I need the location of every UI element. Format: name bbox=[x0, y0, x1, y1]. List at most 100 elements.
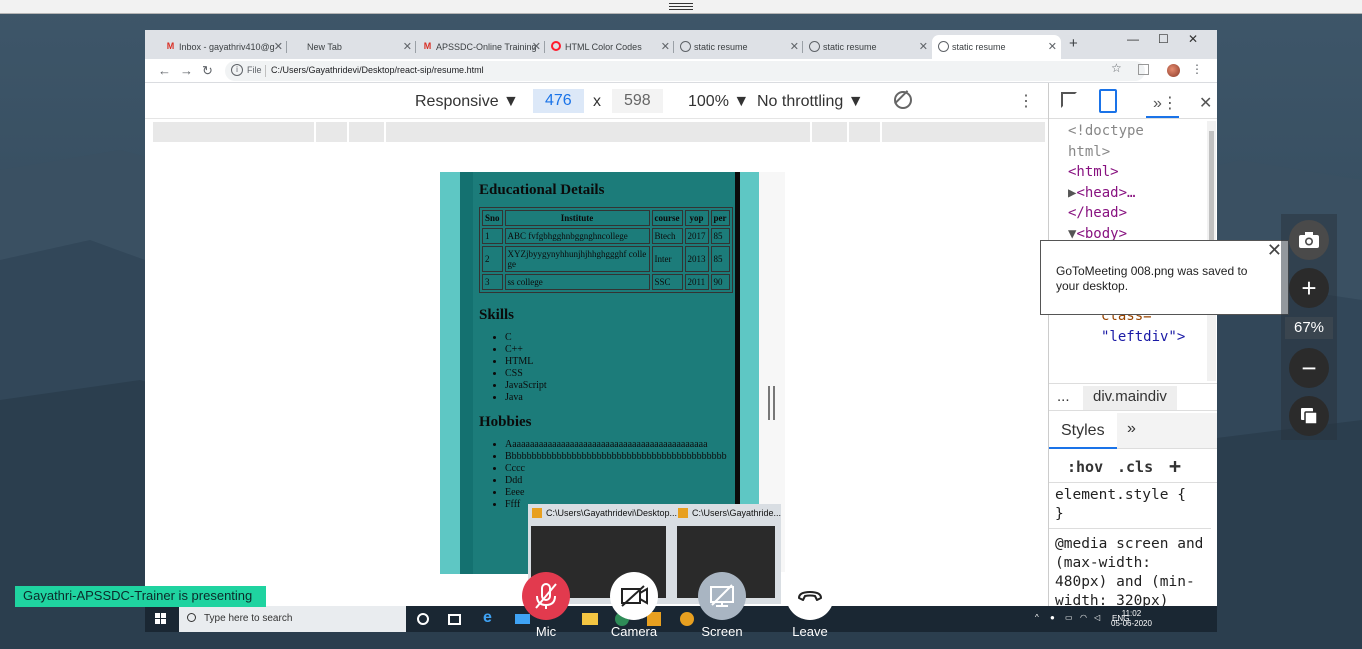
devtools-close-icon[interactable]: ✕ bbox=[1199, 93, 1212, 113]
cls-toggle[interactable]: .cls bbox=[1117, 458, 1153, 476]
window-close-button[interactable]: ✕ bbox=[1188, 32, 1198, 46]
close-icon[interactable]: ✕ bbox=[919, 35, 928, 59]
save-notification: ✕ GoToMeeting 008.png was saved to your … bbox=[1040, 240, 1289, 315]
close-icon[interactable]: ✕ bbox=[790, 35, 799, 59]
mic-button[interactable]: Mic bbox=[521, 572, 571, 639]
hobbies-heading: Hobbies bbox=[479, 414, 532, 430]
close-icon[interactable]: ✕ bbox=[532, 35, 541, 59]
close-icon[interactable]: ✕ bbox=[1048, 35, 1057, 59]
zoom-out-button[interactable]: − bbox=[1289, 348, 1329, 388]
browser-menu-icon[interactable]: ⋮ bbox=[1191, 62, 1203, 76]
device-toggle-icon[interactable] bbox=[1099, 89, 1117, 113]
new-rule-button[interactable]: + bbox=[1169, 454, 1181, 478]
browser-tab[interactable]: M APSSDC-Online Training ✕ bbox=[416, 35, 545, 59]
profile-avatar[interactable] bbox=[1167, 64, 1180, 77]
browser-tab[interactable]: New Tab ✕ bbox=[287, 35, 416, 59]
taskbar-search-input[interactable]: Type here to search bbox=[179, 606, 406, 632]
dom-line[interactable]: ▶<head>… bbox=[1068, 183, 1209, 204]
dom-line[interactable]: </head> bbox=[1068, 203, 1209, 224]
list-item: JavaScript bbox=[505, 380, 735, 392]
browser-tab-strip: M Inbox - gayathriv410@g ✕ New Tab ✕ M A… bbox=[145, 30, 1217, 59]
forward-arrow-icon[interactable]: → bbox=[180, 63, 193, 78]
breadcrumb-item[interactable]: div.maindiv bbox=[1083, 386, 1177, 410]
popout-button[interactable] bbox=[1289, 396, 1329, 436]
close-icon[interactable]: ✕ bbox=[274, 35, 283, 59]
edge-icon[interactable]: e bbox=[483, 609, 497, 626]
maximize-button[interactable]: ☐ bbox=[1158, 32, 1169, 46]
table-cell: ABC fvfgbhgghnbggnghncollege bbox=[504, 228, 650, 244]
windows-start-icon[interactable] bbox=[155, 613, 167, 625]
url-scheme: File bbox=[247, 65, 262, 75]
browser-tab-active[interactable]: static resume ✕ bbox=[932, 35, 1061, 59]
extension-icon[interactable] bbox=[1138, 64, 1149, 75]
rule-selector[interactable]: element.style { bbox=[1055, 486, 1205, 505]
zoom-select[interactable]: 100% ▼ bbox=[688, 93, 749, 111]
reload-icon[interactable]: ↻ bbox=[202, 63, 213, 79]
gmail-icon: M bbox=[423, 41, 432, 51]
inspect-element-icon[interactable] bbox=[1061, 92, 1077, 108]
tab-styles[interactable]: Styles bbox=[1049, 413, 1117, 449]
close-icon[interactable]: ✕ bbox=[661, 35, 670, 59]
zoom-in-button[interactable]: + bbox=[1289, 268, 1329, 308]
cortana-icon[interactable] bbox=[417, 613, 429, 625]
back-arrow-icon[interactable]: ← bbox=[158, 63, 171, 78]
throttling-select[interactable]: No throttling ▼ bbox=[757, 93, 864, 111]
sublime-icon bbox=[532, 508, 542, 518]
task-view-icon[interactable] bbox=[448, 614, 461, 625]
screenshot-camera-button[interactable] bbox=[1289, 220, 1329, 260]
list-item: C bbox=[505, 332, 735, 344]
bookmark-star-icon[interactable]: ☆ bbox=[1111, 61, 1122, 75]
window-top-strip bbox=[0, 0, 1362, 14]
browser-tab[interactable]: static resume ✕ bbox=[674, 35, 803, 59]
new-tab-button[interactable]: + bbox=[1069, 35, 1078, 52]
more-tabs-icon[interactable]: » bbox=[1127, 420, 1136, 438]
battery-icon[interactable]: ▭ bbox=[1065, 613, 1073, 622]
viewport-resize-handle[interactable] bbox=[768, 386, 776, 420]
screen-button[interactable]: Screen bbox=[697, 572, 747, 639]
minimize-button[interactable]: — bbox=[1127, 32, 1139, 46]
camera-icon bbox=[1299, 232, 1319, 248]
table-cell: 2013 bbox=[684, 246, 709, 272]
close-icon[interactable]: ✕ bbox=[1267, 241, 1282, 259]
viewport-height-input[interactable]: 598 bbox=[612, 89, 663, 113]
table-cell: 3 bbox=[482, 274, 503, 290]
table-row: 2 XYZjbyygynyhhunjhjhhghggghf college In… bbox=[482, 246, 730, 272]
device-mode-select[interactable]: Responsive ▼ bbox=[415, 93, 519, 111]
browser-tab[interactable]: HTML Color Codes ✕ bbox=[545, 35, 674, 59]
network-icon[interactable]: ◠ bbox=[1080, 613, 1087, 622]
search-icon bbox=[187, 613, 196, 622]
hov-toggle[interactable]: :hov bbox=[1067, 458, 1103, 476]
browser-tab[interactable]: static resume ✕ bbox=[803, 35, 932, 59]
tab-title: HTML Color Codes bbox=[565, 42, 642, 52]
close-icon[interactable]: ✕ bbox=[403, 35, 412, 59]
breadcrumb-ellipsis[interactable]: ... bbox=[1057, 388, 1070, 405]
dom-line[interactable]: <html> bbox=[1068, 162, 1209, 183]
more-panels-icon[interactable]: »⋮ bbox=[1153, 93, 1178, 113]
url-field[interactable]: i File C:/Users/Gayathridevi/Desktop/rea… bbox=[225, 61, 1145, 81]
taskbar-clock[interactable]: 11:02 05-06-2020 bbox=[1111, 609, 1152, 629]
screen-off-icon bbox=[698, 572, 746, 620]
list-item: Java bbox=[505, 392, 735, 404]
education-table: Sno Institute course yop per 1 ABC fvfgb… bbox=[479, 207, 733, 293]
tab-title: static resume bbox=[952, 42, 1006, 52]
microphone-icon[interactable]: ● bbox=[1050, 613, 1055, 622]
drag-grip-icon[interactable] bbox=[669, 3, 693, 11]
more-options-icon[interactable]: ⋮ bbox=[1018, 91, 1034, 111]
meeting-controls: Mic Camera Screen Leave bbox=[505, 572, 845, 644]
dimension-separator: x bbox=[593, 93, 601, 110]
chevron-up-icon[interactable]: ^ bbox=[1035, 613, 1039, 622]
leave-button[interactable]: Leave bbox=[785, 572, 835, 639]
list-item: Eeee bbox=[505, 487, 735, 499]
table-cell: 2011 bbox=[684, 274, 709, 290]
camera-button[interactable]: Camera bbox=[609, 572, 659, 639]
skills-heading: Skills bbox=[479, 307, 515, 323]
browser-tab[interactable]: M Inbox - gayathriv410@g ✕ bbox=[159, 35, 287, 59]
table-cell: SSC bbox=[651, 274, 683, 290]
tab-title: static resume bbox=[694, 42, 748, 52]
info-icon[interactable]: i bbox=[231, 64, 243, 76]
rotate-icon[interactable] bbox=[894, 91, 912, 109]
media-query-bar[interactable] bbox=[153, 122, 1045, 142]
table-cell: 1 bbox=[482, 228, 503, 244]
viewport-width-input[interactable]: 476 bbox=[533, 89, 584, 113]
volume-icon[interactable]: ◁ bbox=[1094, 613, 1100, 622]
